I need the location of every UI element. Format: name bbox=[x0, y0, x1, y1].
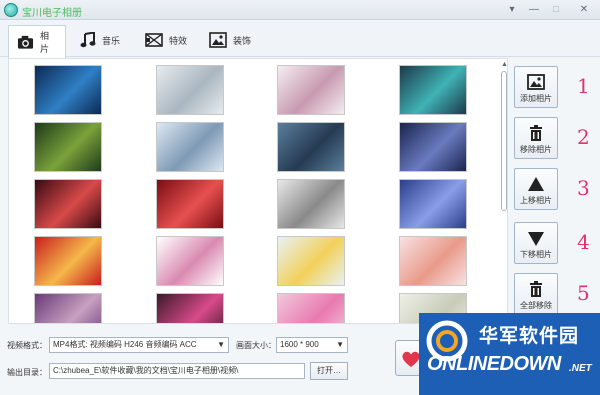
photo-thumbnail[interactable] bbox=[277, 122, 345, 172]
tab-bar: 相片 音乐 特效 装饰 bbox=[0, 21, 600, 58]
chevron-down-icon: ▼ bbox=[336, 340, 344, 349]
photo-thumbnail[interactable] bbox=[399, 236, 467, 286]
photo-image bbox=[35, 237, 101, 285]
photo-thumbnail[interactable] bbox=[277, 65, 345, 115]
photo-image bbox=[157, 180, 223, 228]
photo-thumbnail[interactable] bbox=[277, 236, 345, 286]
photo-image bbox=[400, 123, 466, 171]
chevron-down-icon: ▼ bbox=[217, 340, 225, 349]
watermark-chinese-text: 华军软件园 bbox=[479, 326, 580, 347]
frame-size-label: 画面大小： bbox=[236, 341, 276, 350]
trash-all-icon bbox=[530, 281, 542, 297]
title-bar: 宝川电子相册 ▾ — □ ✕ bbox=[0, 0, 600, 20]
maximize-button[interactable]: □ bbox=[547, 2, 565, 17]
add-image-icon bbox=[527, 74, 545, 90]
photo-thumbnail[interactable] bbox=[34, 293, 102, 323]
tab-effects[interactable]: 特效 bbox=[137, 25, 195, 55]
step-number: 4 bbox=[577, 230, 590, 254]
open-folder-button[interactable]: 打开… bbox=[310, 362, 348, 380]
picture-icon bbox=[209, 32, 227, 48]
photo-image bbox=[400, 237, 466, 285]
step-number: 3 bbox=[577, 176, 590, 200]
scroll-up-icon[interactable]: ▲ bbox=[501, 61, 507, 68]
photo-thumbnail[interactable] bbox=[156, 65, 224, 115]
app-window: 宝川电子相册 ▾ — □ ✕ 相片 音乐 特效 装饰 ▲ 添加相片 1 移除相片… bbox=[0, 0, 600, 395]
side-button-3[interactable]: 上移相片 bbox=[514, 168, 558, 210]
tab-photos[interactable]: 相片 bbox=[8, 25, 66, 58]
video-format-value: MP4格式: 视频编码 H246 音频编码 ACC bbox=[53, 340, 197, 349]
scrollbar-thumb[interactable] bbox=[501, 71, 507, 211]
trash-icon bbox=[530, 125, 542, 141]
tab-photos-label: 相片 bbox=[40, 31, 50, 54]
photo-image bbox=[278, 180, 344, 228]
photo-thumbnail[interactable] bbox=[34, 122, 102, 172]
photo-image bbox=[35, 180, 101, 228]
side-button-5[interactable]: 全部移除 bbox=[514, 273, 558, 315]
photo-image bbox=[278, 294, 344, 323]
photo-image bbox=[35, 294, 101, 323]
window-title: 宝川电子相册 bbox=[22, 8, 82, 19]
side-button-label: 添加相片 bbox=[520, 94, 552, 103]
photo-image bbox=[278, 237, 344, 285]
watermark-english-text: ONLINEDOWN bbox=[427, 353, 561, 375]
photo-grid: ▲ bbox=[8, 58, 508, 324]
side-button-2[interactable]: 移除相片 bbox=[514, 117, 558, 159]
tab-decoration-label: 装饰 bbox=[233, 35, 252, 46]
watermark-logo: 华军软件园 ONLINEDOWN .NET bbox=[419, 313, 600, 395]
photo-image bbox=[278, 66, 344, 114]
app-logo-icon bbox=[4, 3, 18, 17]
close-button[interactable]: ✕ bbox=[575, 2, 593, 17]
side-button-label: 移除相片 bbox=[520, 145, 552, 154]
step-number: 1 bbox=[577, 74, 590, 98]
photo-image bbox=[400, 66, 466, 114]
side-button-1[interactable]: 添加相片 bbox=[514, 66, 558, 108]
tab-music[interactable]: 音乐 bbox=[72, 25, 130, 55]
photo-thumbnail[interactable] bbox=[277, 293, 345, 323]
triangle-up-icon bbox=[528, 177, 544, 191]
watermark-suffix-text: .NET bbox=[569, 363, 592, 374]
photo-thumbnail[interactable] bbox=[277, 179, 345, 229]
output-dir-label: 输出目录： bbox=[7, 368, 47, 377]
skin-menu-icon[interactable]: ▾ bbox=[503, 2, 521, 17]
photo-thumbnail[interactable] bbox=[399, 122, 467, 172]
step-number: 2 bbox=[577, 125, 590, 149]
minimize-button[interactable]: — bbox=[525, 2, 543, 17]
video-format-label: 视频格式： bbox=[7, 341, 47, 350]
side-button-label: 上移相片 bbox=[520, 196, 552, 205]
photo-image bbox=[400, 180, 466, 228]
video-format-select[interactable]: MP4格式: 视频编码 H246 音频编码 ACC ▼ bbox=[49, 337, 229, 353]
photo-image bbox=[157, 294, 223, 323]
triangle-down-icon bbox=[528, 232, 544, 246]
output-dir-input[interactable]: C:\zhubea_E\软件收藏\我的文档\宝川电子相册\视频\ bbox=[49, 363, 305, 379]
music-note-icon bbox=[80, 32, 96, 48]
frame-size-value: 1600 * 900 bbox=[280, 340, 319, 349]
photo-thumbnail[interactable] bbox=[156, 179, 224, 229]
tab-music-label: 音乐 bbox=[102, 35, 121, 46]
side-button-4[interactable]: 下移相片 bbox=[514, 222, 558, 264]
photo-thumbnail[interactable] bbox=[399, 179, 467, 229]
photo-thumbnail[interactable] bbox=[34, 179, 102, 229]
photo-thumbnail[interactable] bbox=[34, 65, 102, 115]
heart-icon bbox=[402, 351, 420, 367]
photo-image bbox=[157, 123, 223, 171]
photo-thumbnail[interactable] bbox=[156, 236, 224, 286]
step-number: 5 bbox=[577, 281, 590, 305]
side-button-label: 下移相片 bbox=[520, 250, 552, 259]
photo-image bbox=[35, 66, 101, 114]
tab-effects-label: 特效 bbox=[169, 35, 188, 46]
frame-size-select[interactable]: 1600 * 900 ▼ bbox=[276, 337, 348, 353]
photo-thumbnail[interactable] bbox=[156, 293, 224, 323]
camera-icon bbox=[17, 35, 34, 49]
photo-thumbnail[interactable] bbox=[156, 122, 224, 172]
side-button-label: 全部移除 bbox=[520, 301, 552, 310]
photo-image bbox=[157, 237, 223, 285]
tab-decoration[interactable]: 装饰 bbox=[201, 25, 259, 55]
photo-image bbox=[35, 123, 101, 171]
photo-image bbox=[278, 123, 344, 171]
film-clapper-icon bbox=[145, 33, 163, 47]
photo-image bbox=[157, 66, 223, 114]
photo-thumbnail[interactable] bbox=[34, 236, 102, 286]
photo-thumbnail[interactable] bbox=[399, 65, 467, 115]
